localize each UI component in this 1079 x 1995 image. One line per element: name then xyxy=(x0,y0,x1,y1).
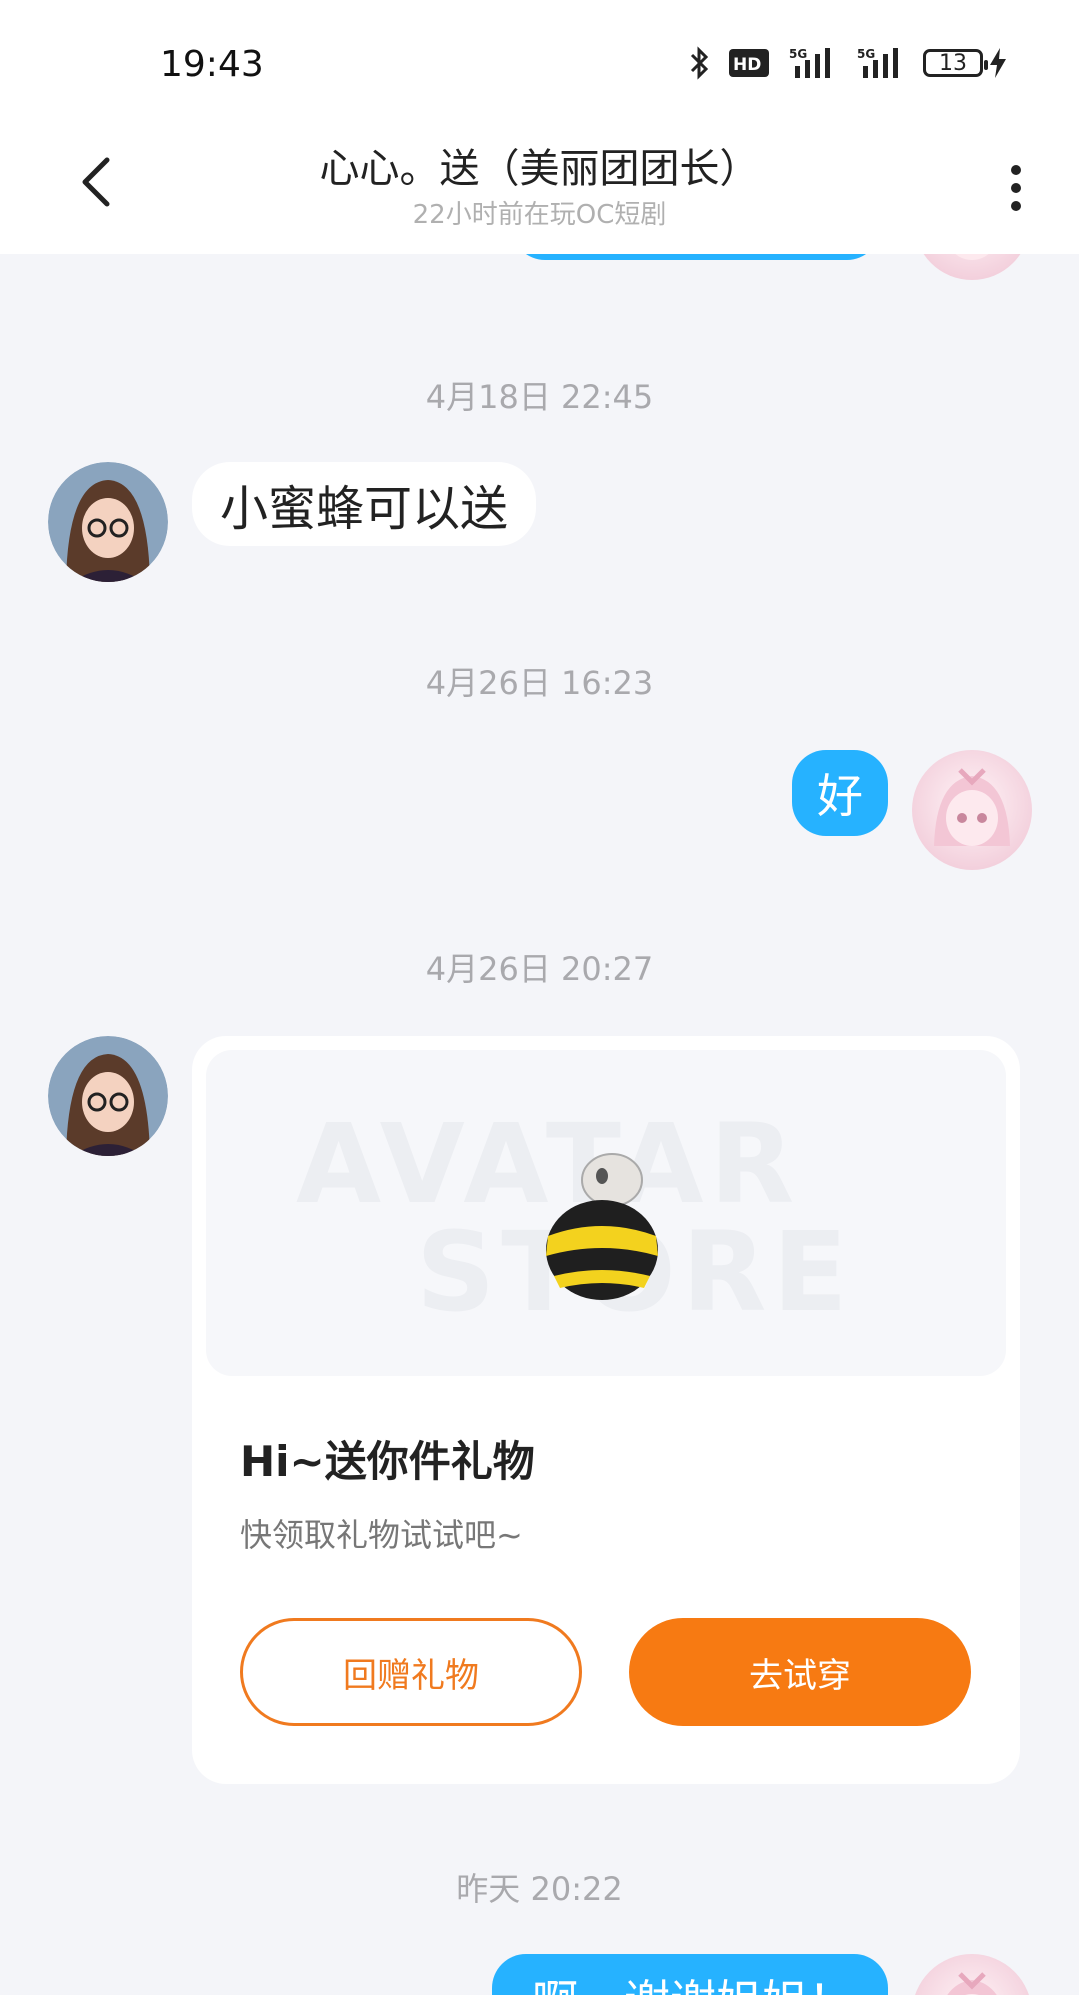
svg-text:5G: 5G xyxy=(857,47,875,61)
status-icons: HD 5G 5G 13 xyxy=(689,46,1007,80)
gift-subtitle: 快领取礼物试试吧~ xyxy=(240,1516,523,1554)
outgoing-message-bubble[interactable]: 好 xyxy=(792,750,888,836)
return-gift-button[interactable]: 回赠礼物 xyxy=(240,1618,582,1726)
chat-area[interactable]: 4月18日 22:45 小蜜蜂可以送 4月26日 16:23 好 4月26日 2… xyxy=(0,254,1079,1995)
message-timestamp: 昨天 20:22 xyxy=(456,1870,623,1908)
gift-card[interactable]: AVATAR STORE Hi~送你件礼物 快领取礼物试试吧~ 回赠礼物 去试穿 xyxy=(192,1036,1020,1784)
bee-costume-icon xyxy=(546,1153,658,1300)
my-avatar[interactable] xyxy=(912,750,1032,870)
chat-title: 心心。送（美丽团团长） xyxy=(319,146,760,192)
charging-icon xyxy=(989,48,1007,78)
chat-header: 心心。送（美丽团团长） 22小时前在玩OC短剧 xyxy=(0,120,1079,254)
gift-title: Hi~送你件礼物 xyxy=(240,1437,535,1486)
contact-avatar[interactable] xyxy=(48,1036,168,1156)
previous-message-bubble[interactable] xyxy=(512,254,880,260)
try-on-button[interactable]: 去试穿 xyxy=(629,1618,971,1726)
message-text: 好 xyxy=(817,769,863,823)
outgoing-message-bubble[interactable]: 啊，谢谢姐姐！ xyxy=(492,1954,888,1995)
status-bar: 19:43 HD 5G 5G 13 xyxy=(0,0,1079,120)
svg-text:5G: 5G xyxy=(789,47,807,61)
message-timestamp: 4月26日 16:23 xyxy=(425,664,654,702)
message-timestamp: 4月18日 22:45 xyxy=(425,378,654,416)
battery-icon: 13 xyxy=(923,49,988,77)
more-button[interactable] xyxy=(991,156,1041,220)
message-text: 小蜜蜂可以送 xyxy=(220,481,509,537)
battery-indicator: 13 xyxy=(923,48,1007,78)
more-vertical-icon xyxy=(1011,165,1021,175)
chat-subtitle: 22小时前在玩OC短剧 xyxy=(412,200,667,230)
my-avatar[interactable] xyxy=(912,1954,1032,1995)
bluetooth-icon xyxy=(689,46,711,80)
message-timestamp: 4月26日 20:27 xyxy=(425,950,654,988)
svg-text:HD: HD xyxy=(733,55,761,75)
hd-icon: HD xyxy=(729,49,769,77)
signal-5g-icon: 5G xyxy=(855,46,905,80)
contact-avatar[interactable] xyxy=(48,462,168,582)
status-time: 19:43 xyxy=(160,44,264,85)
gift-image[interactable]: AVATAR STORE xyxy=(206,1050,1006,1376)
incoming-message-bubble[interactable]: 小蜜蜂可以送 xyxy=(192,462,537,546)
my-avatar[interactable] xyxy=(914,254,1030,280)
signal-5g-icon: 5G xyxy=(787,46,837,80)
message-text: 啊，谢谢姐姐！ xyxy=(532,1966,854,1995)
